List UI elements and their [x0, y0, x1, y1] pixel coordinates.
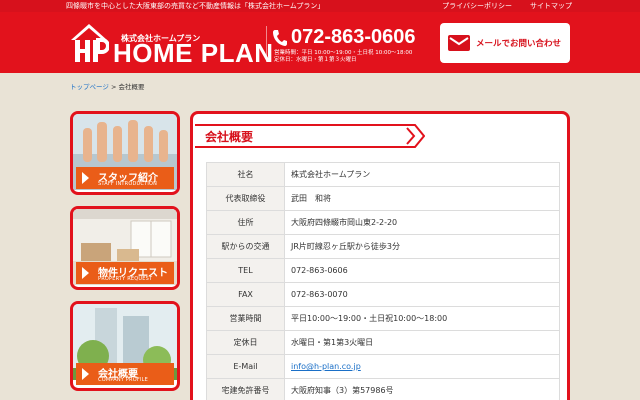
row-label-company: 社名 — [206, 162, 285, 187]
logo-mark-icon[interactable] — [69, 22, 109, 64]
row-label-license: 宅建免許番号 — [206, 378, 285, 400]
top-bar: 四條畷市を中心とした大阪東部の売買など不動産情報は「株式会社ホームプラン」 プラ… — [0, 0, 640, 12]
row-value-hours: 平日10:00〜19:00・土日祝10:00〜18:00 — [284, 306, 560, 331]
top-links: プライバシーポリシー サイトマップ — [442, 0, 572, 12]
sidebar-item-company-sub: COMPANY PROFILE — [98, 377, 148, 383]
page-title: 会社概要 — [205, 130, 254, 144]
row-label-hours: 営業時間 — [206, 306, 285, 331]
row-value-access: JR片町線忍ヶ丘駅から徒歩3分 — [284, 234, 560, 259]
row-label-holiday: 定休日 — [206, 330, 285, 355]
sidebar-card-property-request[interactable]: 物件リクエスト PROPERTY REQUEST — [70, 206, 180, 290]
sidebar-card-company-profile[interactable]: 会社概要 COMPANY PROFILE — [70, 301, 180, 391]
section-heading: 会社概要 — [195, 124, 425, 148]
sidebar-item-staff-sub: STAFF INTRODUCTION — [98, 181, 158, 187]
table-row: 宅建免許番号 大阪府知事（3）第57986号 — [206, 378, 560, 400]
arrow-icon — [82, 267, 89, 279]
phone-icon — [273, 30, 287, 46]
table-row: E-Mail info@h-plan.co.jp — [206, 354, 560, 379]
row-value-address: 大阪府四條畷市岡山東2-2-20 — [284, 210, 560, 235]
company-info-table: 社名 株式会社ホームプラン 代表取締役 武田 和将 住所 大阪府四條畷市岡山東2-2-… — [206, 162, 560, 400]
breadcrumb: トップページ > 会社概要 — [70, 81, 144, 91]
email-link[interactable]: info@h-plan.co.jp — [291, 362, 361, 371]
closed-days: 定休日：水曜日・第１第３火曜日 — [274, 57, 357, 63]
table-row: 営業時間 平日10:00〜19:00・土日祝10:00〜18:00 — [206, 306, 560, 331]
mail-contact-label: メールでお問い合わせ — [476, 39, 562, 49]
row-label-email: E-Mail — [206, 354, 285, 379]
row-value-ceo: 武田 和将 — [284, 186, 560, 211]
row-value-holiday: 水曜日・第1第3火曜日 — [284, 330, 560, 355]
property-label-band: 物件リクエスト PROPERTY REQUEST — [76, 262, 174, 284]
company-label-band: 会社概要 COMPANY PROFILE — [76, 363, 174, 385]
breadcrumb-current: 会社概要 — [118, 83, 145, 91]
row-label-tel: TEL — [206, 258, 285, 283]
row-value-fax: 072-863-0070 — [284, 282, 560, 307]
phone-number[interactable]: 072-863-0606 — [291, 24, 416, 50]
table-row: TEL 072-863-0606 — [206, 258, 560, 283]
row-value-tel: 072-863-0606 — [284, 258, 560, 283]
row-value-email-cell: info@h-plan.co.jp — [284, 354, 560, 379]
header-divider — [266, 26, 267, 62]
row-value-license: 大阪府知事（3）第57986号 — [284, 378, 560, 400]
sidebar-item-property-sub: PROPERTY REQUEST — [98, 276, 153, 282]
site-tagline: 四條畷市を中心とした大阪東部の売買など不動産情報は「株式会社ホームプラン」 — [66, 2, 325, 10]
table-row: 定休日 水曜日・第1第3火曜日 — [206, 330, 560, 355]
table-row: 住所 大阪府四條畷市岡山東2-2-20 — [206, 210, 560, 235]
row-label-address: 住所 — [206, 210, 285, 235]
privacy-policy-link[interactable]: プライバシーポリシー — [442, 0, 512, 12]
sitemap-link[interactable]: サイトマップ — [530, 0, 572, 12]
table-row: 社名 株式会社ホームプラン — [206, 162, 560, 187]
table-row: 代表取締役 武田 和将 — [206, 186, 560, 211]
mail-icon — [448, 35, 470, 51]
main-content: 会社概要 社名 株式会社ホームプラン 代表取締役 武田 和将 住所 大阪府四條畷市岡山… — [190, 111, 570, 400]
table-row: FAX 072-863-0070 — [206, 282, 560, 307]
sidebar-card-staff[interactable]: スタッフ紹介 STAFF INTRODUCTION — [70, 111, 180, 195]
arrow-icon — [82, 172, 89, 184]
breadcrumb-home-link[interactable]: トップページ — [70, 83, 109, 91]
row-value-company: 株式会社ホームプラン — [284, 162, 560, 187]
staff-label-band: スタッフ紹介 STAFF INTRODUCTION — [76, 167, 174, 189]
table-row: 駅からの交通 JR片町線忍ヶ丘駅から徒歩3分 — [206, 234, 560, 259]
site-header: 株式会社ホームプラン HOME PLAN 072-863-0606 営業時間：平… — [0, 12, 640, 73]
row-label-fax: FAX — [206, 282, 285, 307]
row-label-ceo: 代表取締役 — [206, 186, 285, 211]
arrow-icon — [82, 368, 89, 380]
company-logo-text[interactable]: HOME PLAN — [113, 38, 274, 68]
row-label-access: 駅からの交通 — [206, 234, 285, 259]
mail-contact-button[interactable]: メールでお問い合わせ — [440, 23, 570, 63]
